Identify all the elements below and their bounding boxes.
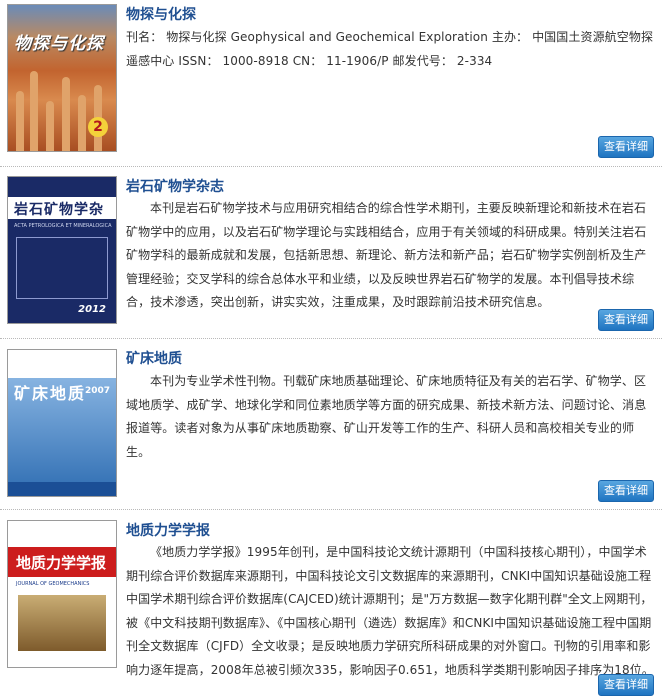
view-details-button[interactable]: 查看详细 <box>598 674 654 696</box>
cover-title: 物探与化探 <box>14 34 104 54</box>
cover-subtitle: JOURNAL OF GEOMECHANICS <box>16 581 90 587</box>
journal-item: 地质力学学报 JOURNAL OF GEOMECHANICS 地质力学学报 《地… <box>0 510 662 696</box>
journal-description: 本刊是岩石矿物学技术与应用研究相结合的综合性学术期刊，主要反映新理论和新技术在岩… <box>126 201 647 309</box>
journal-title-link[interactable]: 地质力学学报 <box>126 520 210 540</box>
journal-cover-image[interactable]: 地质力学学报 JOURNAL OF GEOMECHANICS <box>7 520 117 668</box>
cover-title: 矿床地质 <box>14 384 87 403</box>
journal-description: 《地质力学学报》1995年创刊，是中国科技论文统计源期刊（中国科技核心期刊），中… <box>126 545 654 677</box>
cover-rock-formation <box>62 77 70 151</box>
cover-subtitle: ACTA PETROLOGICA ET MINERALOGICA <box>14 223 112 229</box>
journal-cover-image[interactable]: 矿床地质 2007 <box>7 349 117 497</box>
cover-contents-box <box>16 237 108 299</box>
cover-issue-number: 2 <box>88 117 108 137</box>
view-details-button[interactable]: 查看详细 <box>598 309 654 331</box>
journal-list: 物探与化探 2 物探与化探 刊名： 物探与化探 Geophysical and … <box>0 0 666 696</box>
journal-cover-image[interactable]: 物探与化探 2 <box>7 4 117 152</box>
journal-cover-image[interactable]: 岩石矿物学杂志 ACTA PETROLOGICA ET MINERALOGICA… <box>7 176 117 324</box>
cover-title: 岩石矿物学杂志 <box>14 202 104 238</box>
journal-item: 矿床地质 2007 矿床地质 本刊为专业学术性刊物。刊载矿床地质基础理论、矿床地… <box>0 339 662 510</box>
journal-title-link[interactable]: 岩石矿物学杂志 <box>126 176 224 196</box>
cover-rock-formation <box>16 91 24 151</box>
cover-footer <box>8 482 116 496</box>
journal-description: 刊名： 物探与化探 Geophysical and Geochemical Ex… <box>126 30 654 68</box>
cover-photo <box>18 595 106 651</box>
view-details-button[interactable]: 查看详细 <box>598 136 654 158</box>
journal-item: 物探与化探 2 物探与化探 刊名： 物探与化探 Geophysical and … <box>0 0 662 167</box>
journal-description: 本刊为专业学术性刊物。刊载矿床地质基础理论、矿床地质特征及有关的岩石学、矿物学、… <box>126 374 647 459</box>
cover-rock-formation <box>30 71 38 151</box>
cover-year: 2007 <box>84 386 110 396</box>
journal-item: 岩石矿物学杂志 ACTA PETROLOGICA ET MINERALOGICA… <box>0 167 662 339</box>
cover-rock-formation <box>78 95 86 151</box>
cover-title: 地质力学学报 <box>16 554 107 572</box>
cover-header <box>8 350 116 378</box>
journal-title-link[interactable]: 物探与化探 <box>126 4 196 24</box>
journal-title-link[interactable]: 矿床地质 <box>126 348 182 368</box>
view-details-button[interactable]: 查看详细 <box>598 480 654 502</box>
cover-rock-formation <box>46 101 54 151</box>
cover-year: 2012 <box>78 304 106 315</box>
